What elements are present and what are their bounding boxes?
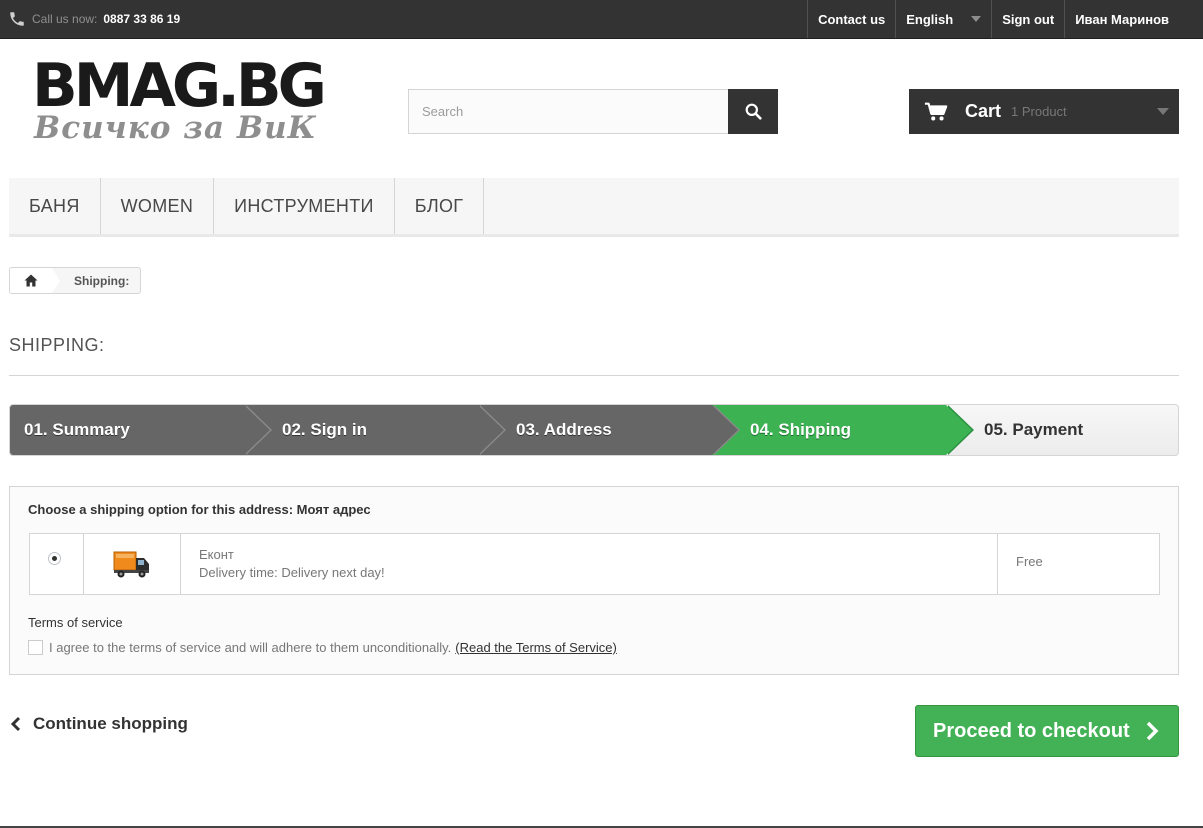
logo-main-text: BMAG.BG <box>32 51 327 121</box>
checkout-steps: 01. Summary 02. Sign in 03. Address 04. … <box>9 404 1179 456</box>
proceed-to-checkout-button[interactable]: Proceed to checkout <box>915 705 1179 757</box>
carrier-price: Free <box>1016 554 1043 569</box>
cart-button[interactable]: Cart 1 Product <box>909 89 1179 134</box>
chevron-right-icon <box>1146 721 1159 741</box>
top-bar: Call us now: 0887 33 86 19 Contact us En… <box>0 0 1203 39</box>
cart-icon <box>924 102 948 120</box>
contact-us-label: Contact us <box>818 11 886 27</box>
continue-shopping-label: Continue shopping <box>33 714 188 733</box>
step-summary-label: 01. Summary <box>24 420 130 439</box>
call-label: Call us now: <box>32 12 98 26</box>
step-payment-label: 05. Payment <box>984 420 1084 439</box>
step-address-label: 03. Address <box>516 420 612 439</box>
logo-tagline: Всичко за ВиК <box>34 110 317 146</box>
page-title: Shipping: <box>9 335 1179 376</box>
proceed-label: Proceed to checkout <box>933 719 1130 742</box>
terms-agreement: I agree to the terms of service and will… <box>28 640 617 655</box>
breadcrumb-current: Shipping: <box>74 273 130 288</box>
carrier-radio-cell <box>30 534 84 594</box>
phone-number: 0887 33 86 19 <box>103 12 181 26</box>
terms-title: Terms of service <box>28 615 123 630</box>
continue-shopping-button[interactable]: Continue shopping <box>9 714 188 734</box>
step-payment: 05. Payment <box>946 405 1178 455</box>
terms-link[interactable]: (Read the Terms of Service) <box>455 640 617 655</box>
top-nav: Contact us English Sign out Иван Маринов <box>807 0 1203 38</box>
caret-down-icon <box>1157 108 1169 115</box>
breadcrumb-home[interactable] <box>10 268 60 293</box>
step-address[interactable]: 03. Address <box>478 405 740 455</box>
search-bar <box>408 89 778 134</box>
shipping-options: Choose a shipping option for this addres… <box>9 486 1179 675</box>
delivery-truck-icon <box>113 551 149 578</box>
breadcrumb: Shipping: <box>9 267 142 294</box>
home-icon <box>24 274 38 287</box>
chevron-left-icon <box>10 716 21 732</box>
menu-item-blog[interactable]: Блог <box>395 178 485 234</box>
menu-item-women[interactable]: Women <box>101 178 215 234</box>
carrier-name: Еконт <box>199 547 234 562</box>
step-shipping: 04. Shipping <box>712 405 974 455</box>
shipping-title: Choose a shipping option for this addres… <box>28 502 371 517</box>
carrier-info: Еконт Delivery time: Delivery next day! <box>181 534 998 594</box>
carrier-option[interactable]: Еконт Delivery time: Delivery next day! … <box>29 533 1160 595</box>
step-arrow <box>244 405 270 455</box>
terms-checkbox[interactable] <box>28 640 43 655</box>
step-summary[interactable]: 01. Summary <box>10 405 272 455</box>
step-sign-in-label: 02. Sign in <box>282 420 368 439</box>
menu-item-tools[interactable]: Инструменти <box>214 178 395 234</box>
user-name: Иван Маринов <box>1075 11 1169 27</box>
sign-out-link[interactable]: Sign out <box>991 0 1064 38</box>
terms-text: I agree to the terms of service and will… <box>49 640 452 655</box>
page: Call us now: 0887 33 86 19 Contact us En… <box>0 0 1203 828</box>
site-logo[interactable]: BMAG.BG Всичко за ВиК <box>32 55 337 147</box>
search-button[interactable] <box>728 89 778 134</box>
phone-icon <box>10 12 24 26</box>
language-label: English <box>906 11 954 27</box>
main-menu: Баня Women Инструменти Блог <box>9 178 1179 237</box>
carrier-radio[interactable] <box>48 552 61 565</box>
menu-item-bath[interactable]: Баня <box>9 178 101 234</box>
contact-us-link[interactable]: Contact us <box>807 0 895 38</box>
sign-out-label: Sign out <box>1002 11 1055 27</box>
cart-count: 1 Product <box>1011 104 1067 119</box>
step-shipping-label: 04. Shipping <box>750 420 852 439</box>
step-arrow <box>946 405 972 455</box>
step-sign-in[interactable]: 02. Sign in <box>244 405 506 455</box>
step-arrow <box>478 405 504 455</box>
carrier-logo-cell <box>84 534 181 594</box>
language-selector[interactable]: English <box>895 0 991 38</box>
search-icon <box>745 103 762 120</box>
search-input[interactable] <box>408 89 728 134</box>
carrier-delivery-time: Delivery time: Delivery next day! <box>199 565 385 580</box>
call-us: Call us now: 0887 33 86 19 <box>8 10 180 28</box>
caret-down-icon <box>971 16 982 22</box>
account-link[interactable]: Иван Маринов <box>1064 0 1203 38</box>
step-arrow <box>712 405 738 455</box>
cart-label: Cart <box>965 101 1002 121</box>
